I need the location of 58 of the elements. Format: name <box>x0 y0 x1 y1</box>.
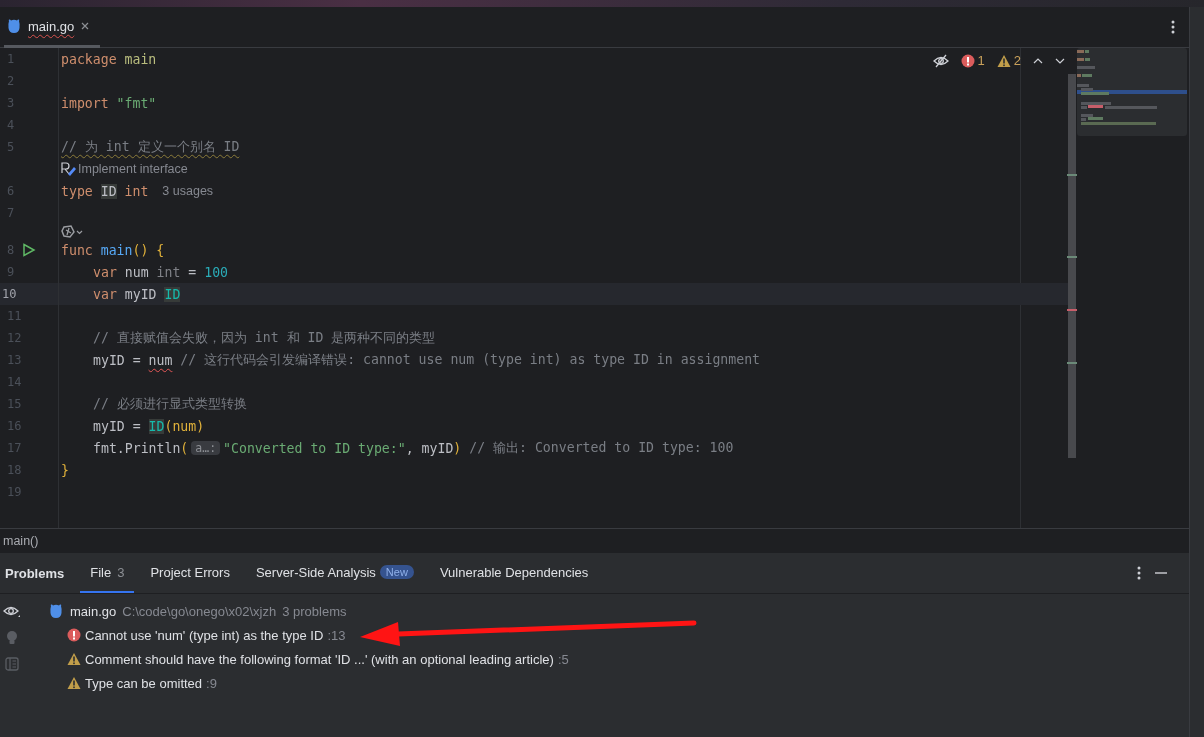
panel-tab[interactable]: File 3 <box>80 553 135 593</box>
file-type-icon <box>48 603 64 619</box>
problem-item[interactable]: Comment should have the following format 'ID ...' (with an optional leading article) :5 <box>48 647 569 671</box>
code-text: "Converted to ID type:" <box>223 440 406 456</box>
view-options-icon[interactable] <box>3 605 21 618</box>
warning-icon <box>996 53 1011 68</box>
file-type-icon <box>6 18 22 34</box>
code-line: // 直接赋值会失败，因为 int 和 ID 是两种不同的类型 <box>92 329 436 347</box>
scrollbar-track[interactable] <box>1068 74 1076 458</box>
minimap[interactable] <box>1077 48 1187 136</box>
code-text: (num) <box>164 418 205 434</box>
close-icon[interactable] <box>80 21 91 31</box>
code-line: } <box>61 462 69 478</box>
code-text: myID <box>124 286 158 302</box>
code-text: var <box>93 286 118 302</box>
code-text: ) <box>453 440 462 456</box>
code-text: // 输出: Converted to ID type: 100 <box>468 439 734 457</box>
more-options-icon[interactable] <box>1137 566 1141 580</box>
usages-hint[interactable]: 3 usages <box>162 184 214 198</box>
code-text: myID = <box>93 418 142 434</box>
code-line: var num int = 100 <box>92 264 228 280</box>
code-line: package main <box>61 51 157 67</box>
code-text: ( <box>180 440 189 456</box>
highlighted-token: ID <box>100 183 117 199</box>
parameter-hint: a…: <box>191 441 221 455</box>
code-vision-icon[interactable] <box>61 224 83 239</box>
code-text: fmt.Println <box>93 440 181 456</box>
problem-item[interactable]: Cannot use 'num' (type int) as the type ID :13 <box>48 623 346 647</box>
more-options-icon[interactable] <box>1171 20 1175 34</box>
highlighted-token: ID <box>148 418 165 434</box>
code-text: int <box>123 183 149 199</box>
breadcrumb[interactable]: main() <box>3 534 39 548</box>
warning-count[interactable]: 2 <box>996 53 1021 68</box>
code-line: func main() { <box>61 242 165 258</box>
panel-tab[interactable]: Vulnerable Dependencies <box>429 553 599 593</box>
panel-tab[interactable]: Project Errors <box>140 553 240 593</box>
code-text: // 这行代码会引发编译错误: cannot use num (type int) as type ID in assignment <box>179 351 761 369</box>
line-number: 10 <box>1 287 18 301</box>
previous-icon[interactable] <box>1033 56 1043 65</box>
new-badge: New <box>379 565 414 579</box>
reader-mode-icon[interactable] <box>932 53 949 68</box>
highlighted-token: ID <box>164 286 181 302</box>
next-icon[interactable] <box>1055 56 1065 65</box>
code-text: , myID <box>405 440 454 456</box>
file-node[interactable]: main.go C:\code\go\onego\x02\xjzh 3 problems <box>48 599 347 623</box>
implement-icon[interactable] <box>61 161 77 177</box>
code-line: import "fmt" <box>61 95 157 111</box>
code-text: myID = <box>93 352 142 368</box>
panel-title: Problems <box>5 564 65 583</box>
code-text: type <box>61 183 94 199</box>
run-icon[interactable] <box>22 243 36 257</box>
error-count[interactable]: 1 <box>960 53 985 68</box>
panel-tab[interactable]: Server-Side Analysis New <box>245 553 424 593</box>
code-line: // 必须进行显式类型转换 <box>92 395 247 413</box>
implement-interface-link[interactable]: Implement interface <box>78 162 188 176</box>
error-icon <box>960 53 975 68</box>
problem-item[interactable]: Type can be omitted :9 <box>48 671 217 695</box>
error-token: num <box>148 352 173 368</box>
